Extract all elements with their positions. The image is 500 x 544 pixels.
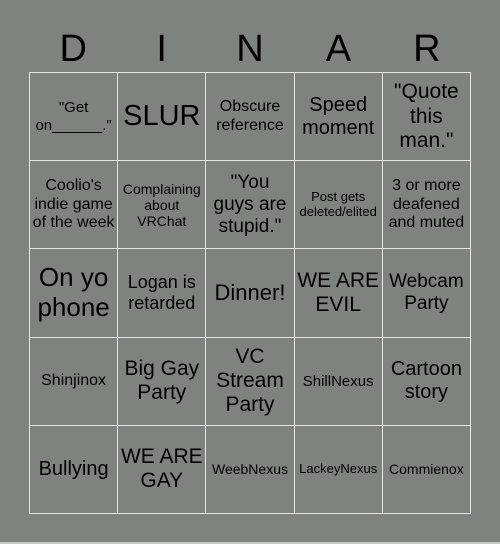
header-letter-n: N bbox=[236, 28, 264, 70]
bingo-cell[interactable]: Cartoon story bbox=[382, 337, 471, 426]
bingo-cell[interactable]: SLUR bbox=[118, 73, 207, 162]
bingo-cell[interactable]: WE ARE GAY bbox=[118, 425, 207, 514]
bingo-cell[interactable]: Complaining about VRChat bbox=[118, 161, 207, 250]
bingo-cell[interactable]: 3 or more deafened and muted bbox=[382, 161, 471, 250]
bingo-header: D I N A R bbox=[29, 28, 471, 70]
header-letter-d: D bbox=[59, 28, 87, 70]
header-letter-r: R bbox=[413, 28, 441, 70]
bingo-cell[interactable]: "Get on______." bbox=[30, 73, 119, 162]
header-letter-i: I bbox=[156, 28, 167, 70]
bingo-cell[interactable]: WE ARE EVIL bbox=[294, 249, 383, 338]
bingo-cell[interactable]: Coolio's indie game of the week bbox=[30, 161, 119, 250]
bingo-cell[interactable]: Bullying bbox=[30, 425, 119, 514]
bingo-cell[interactable]: VC Stream Party bbox=[206, 337, 295, 426]
bingo-cell[interactable]: "You guys are stupid." bbox=[206, 161, 295, 250]
bingo-cell[interactable]: Post gets deleted/elited bbox=[294, 161, 383, 250]
bingo-cell[interactable]: Webcam Party bbox=[382, 249, 471, 338]
header-letter-a: A bbox=[325, 28, 352, 70]
bingo-cell[interactable]: LackeyNexus bbox=[294, 425, 383, 514]
bingo-cell[interactable]: Shinjinox bbox=[30, 337, 119, 426]
bingo-cell[interactable]: Logan is retarded bbox=[118, 249, 207, 338]
bingo-cell[interactable]: Big Gay Party bbox=[118, 337, 207, 426]
bingo-cell[interactable]: WeebNexus bbox=[206, 425, 295, 514]
bingo-cell[interactable]: Commienox bbox=[382, 425, 471, 514]
bingo-grid: "Get on______." SLUR Obscure reference S… bbox=[29, 72, 471, 514]
bingo-cell[interactable]: ShillNexus bbox=[294, 337, 383, 426]
bingo-cell[interactable]: Dinner! bbox=[206, 249, 295, 338]
bingo-cell[interactable]: Speed moment bbox=[294, 73, 383, 162]
bingo-cell[interactable]: "Quote this man." bbox=[382, 73, 471, 162]
bingo-cell[interactable]: On yo phone bbox=[30, 249, 119, 338]
bingo-cell[interactable]: Obscure reference bbox=[206, 73, 295, 162]
